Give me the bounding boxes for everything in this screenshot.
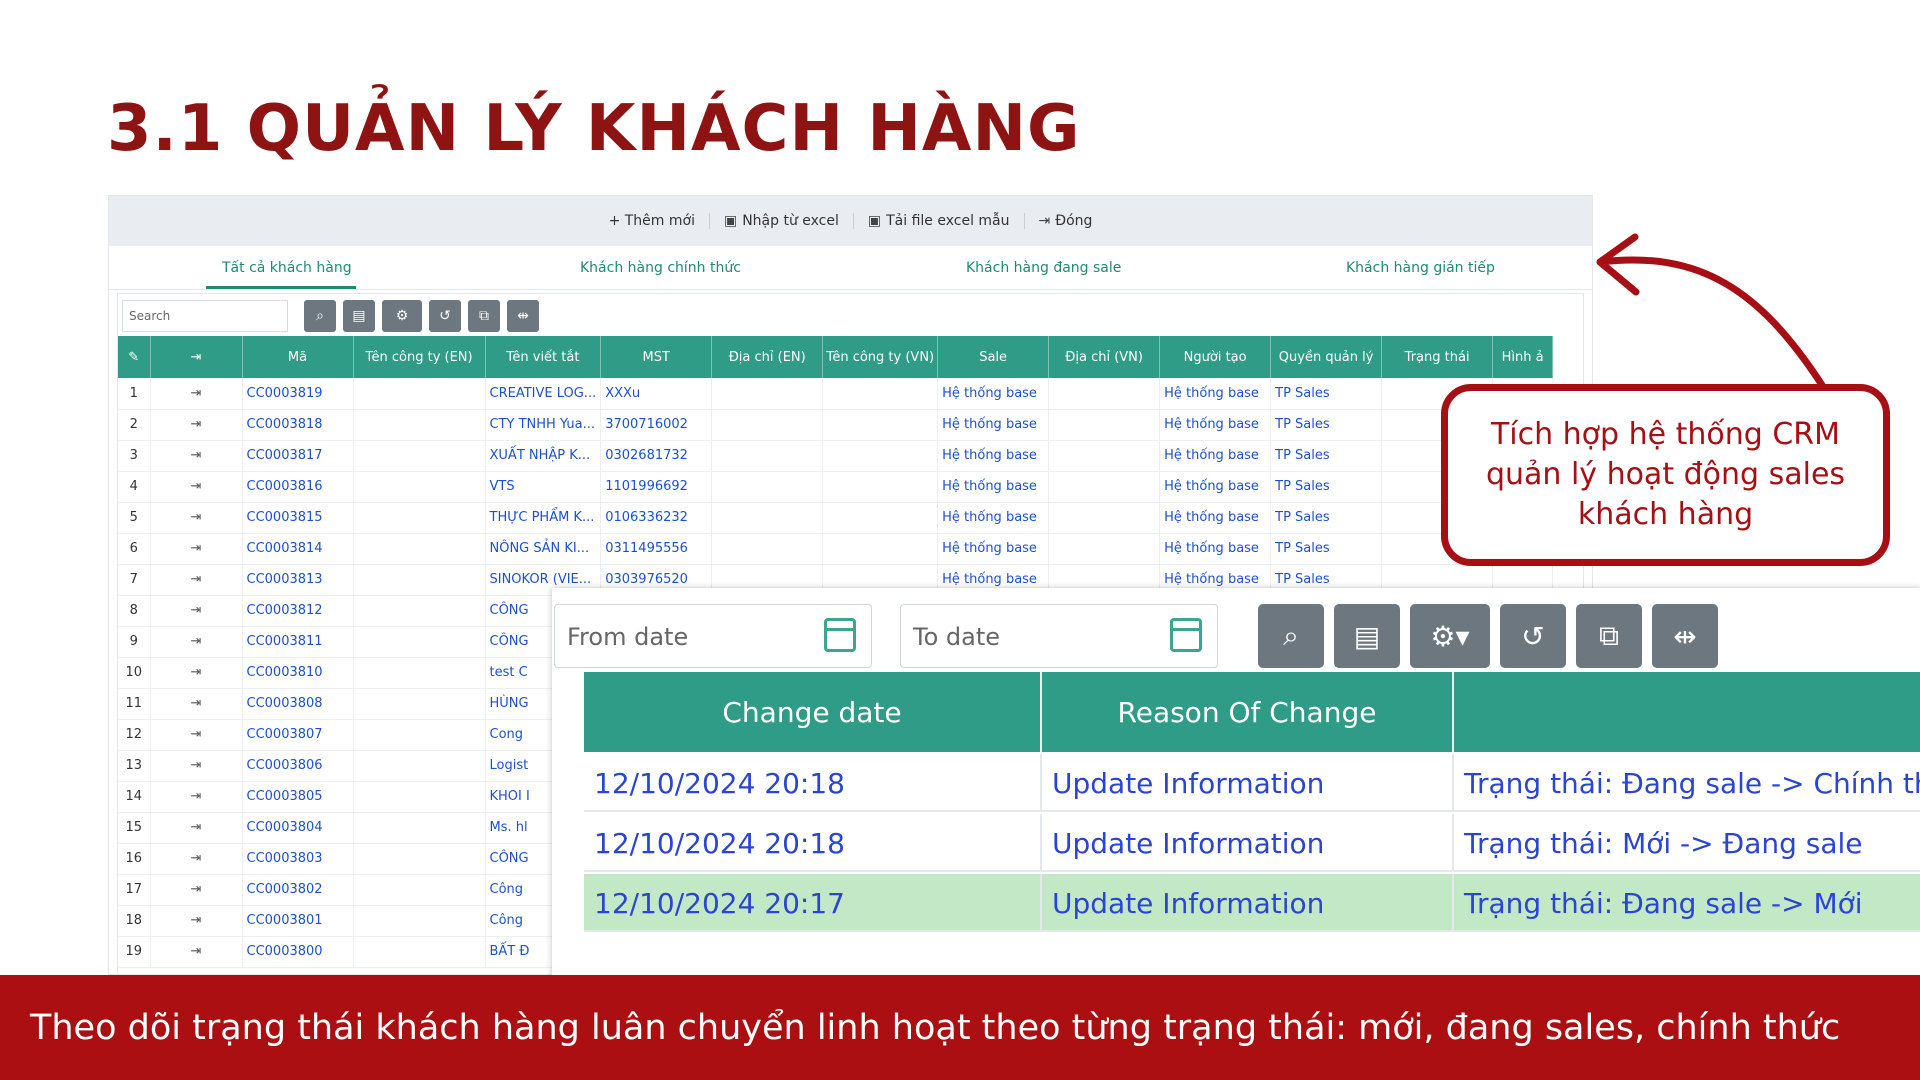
slide: 3.1 QUẢN LÝ KHÁCH HÀNG + Thêm mới ▣ Nhập … [0,0,1920,1080]
footer-text: Theo dõi trạng thái khách hàng luân chuy… [30,1007,1841,1048]
footer-banner: Theo dõi trạng thái khách hàng luân chuy… [0,975,1920,1080]
callout-text: Tích hợp hệ thống CRM quản lý hoạt động … [1485,417,1846,532]
callout-box: Tích hợp hệ thống CRM quản lý hoạt động … [1441,384,1890,566]
